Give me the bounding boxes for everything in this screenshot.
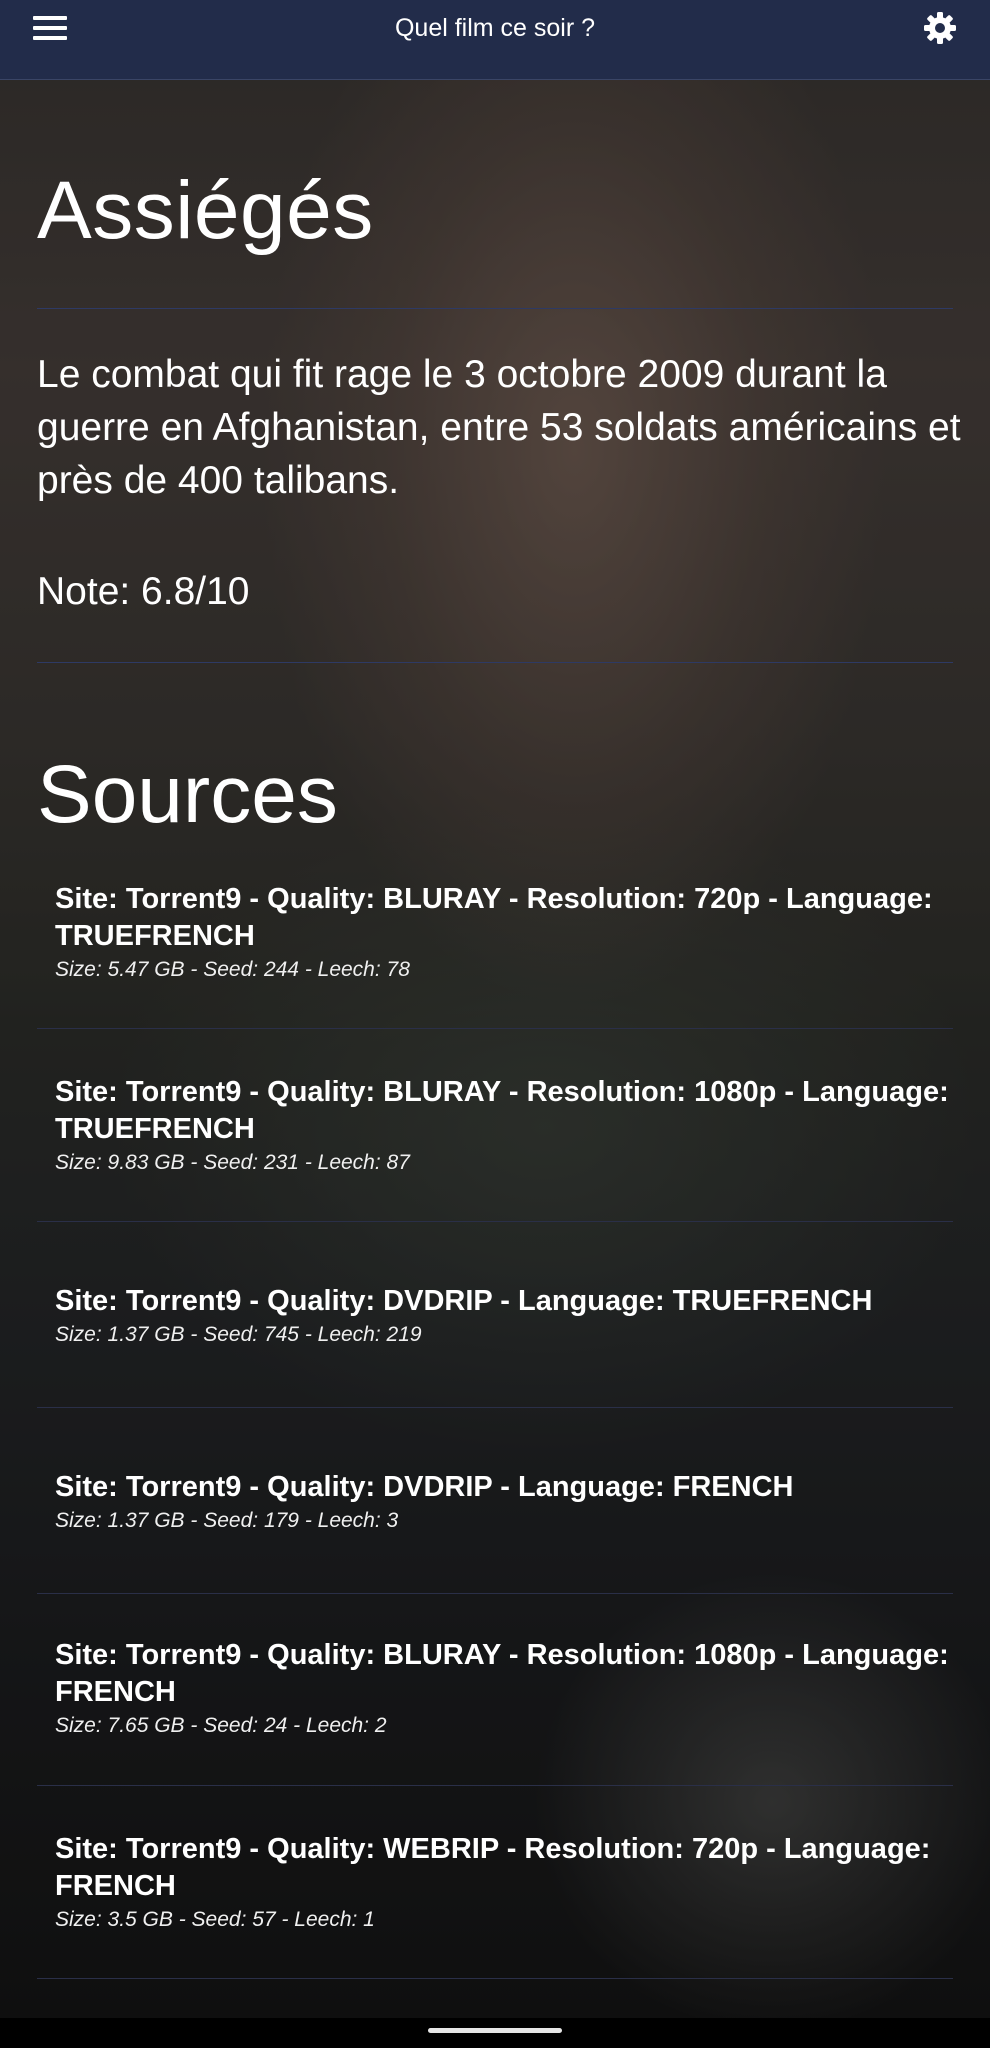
- source-title: Site: Torrent9 - Quality: DVDRIP - Langu…: [55, 1471, 794, 1503]
- screen: Quel film ce soir ? Assiégés Le combat q…: [0, 0, 990, 2048]
- source-title: Site: Torrent9 - Quality: DVDRIP - Langu…: [55, 1285, 873, 1317]
- app-title: Quel film ce soir ?: [394, 14, 596, 42]
- source-item[interactable]: Site: Torrent9 - Quality: BLURAY - Resol…: [55, 1637, 955, 1741]
- source-meta: Size: 3.5 GB - Seed: 57 - Leech: 1: [55, 1908, 375, 1931]
- divider: [37, 1593, 953, 1594]
- source-item[interactable]: Site: Torrent9 - Quality: DVDRIP - Langu…: [55, 1469, 955, 1536]
- source-title: Site: Torrent9 - Quality: BLURAY - Resol…: [55, 1639, 949, 1708]
- system-nav-bar: [0, 2018, 990, 2048]
- source-title: Site: Torrent9 - Quality: WEBRIP - Resol…: [55, 1833, 931, 1902]
- divider: [37, 662, 953, 663]
- source-item[interactable]: Site: Torrent9 - Quality: BLURAY - Resol…: [55, 881, 955, 985]
- source-meta: Size: 5.47 GB - Seed: 244 - Leech: 78: [55, 958, 410, 981]
- divider: [37, 1028, 953, 1029]
- divider: [37, 1785, 953, 1786]
- divider: [37, 308, 953, 309]
- divider: [37, 1978, 953, 1979]
- source-meta: Size: 1.37 GB - Seed: 745 - Leech: 219: [55, 1323, 422, 1346]
- source-title: Site: Torrent9 - Quality: BLURAY - Resol…: [55, 883, 933, 952]
- source-item[interactable]: Site: Torrent9 - Quality: DVDRIP - Langu…: [55, 1283, 955, 1350]
- movie-rating: Note: 6.8/10: [37, 570, 250, 613]
- source-item[interactable]: Site: Torrent9 - Quality: WEBRIP - Resol…: [55, 1831, 955, 1935]
- sources-heading: Sources: [37, 749, 338, 840]
- source-meta: Size: 1.37 GB - Seed: 179 - Leech: 3: [55, 1509, 399, 1532]
- app-bar: Quel film ce soir ?: [0, 0, 990, 80]
- divider: [37, 1221, 953, 1222]
- divider: [37, 1407, 953, 1408]
- home-indicator[interactable]: [428, 2028, 562, 2033]
- movie-title: Assiégés: [37, 165, 374, 256]
- source-meta: Size: 9.83 GB - Seed: 231 - Leech: 87: [55, 1151, 410, 1174]
- movie-synopsis: Le combat qui fit rage le 3 octobre 2009…: [37, 353, 961, 502]
- source-item[interactable]: Site: Torrent9 - Quality: BLURAY - Resol…: [55, 1074, 955, 1178]
- source-meta: Size: 7.65 GB - Seed: 24 - Leech: 2: [55, 1714, 387, 1737]
- source-title: Site: Torrent9 - Quality: BLURAY - Resol…: [55, 1076, 949, 1145]
- gear-icon[interactable]: [920, 8, 960, 48]
